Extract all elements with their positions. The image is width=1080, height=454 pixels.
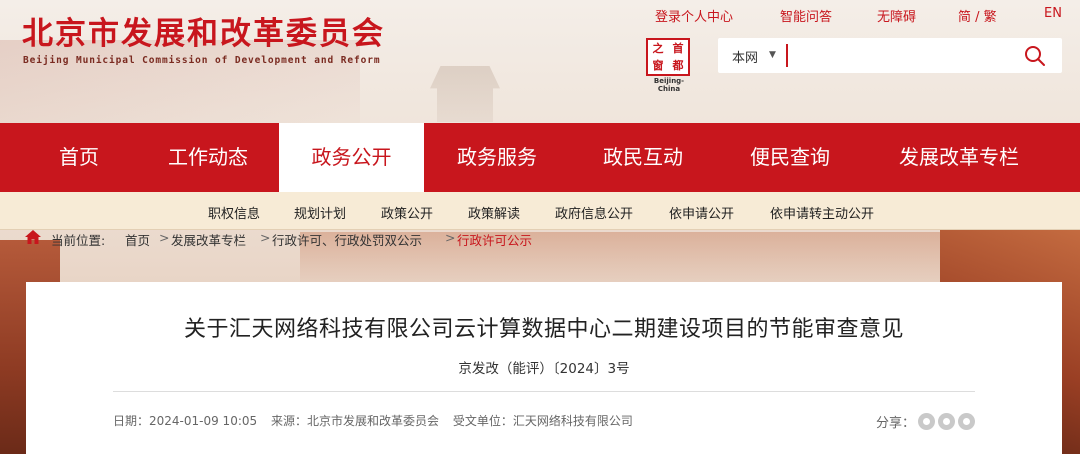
simplified-traditional-toggle[interactable]: 简 / 繁 bbox=[958, 6, 997, 25]
nav-item-government-services[interactable]: 政务服务 bbox=[424, 123, 570, 192]
top-links: 登录个人中心 智能问答 无障碍 简 / 繁 EN bbox=[640, 6, 1062, 25]
subnav-item-request-to-active-disclosure[interactable]: 依申请转主动公开 bbox=[770, 203, 874, 222]
subnav-item-plans[interactable]: 规划计划 bbox=[294, 203, 346, 222]
search-icon[interactable] bbox=[1024, 45, 1046, 67]
qq-share-icon[interactable] bbox=[958, 412, 975, 430]
sub-nav: 职权信息 规划计划 政策公开 政策解读 政府信息公开 依申请公开 依申请转主动公… bbox=[0, 192, 1080, 230]
home-icon bbox=[25, 230, 41, 244]
divider bbox=[113, 391, 975, 392]
search-input[interactable] bbox=[786, 44, 1006, 67]
site-title[interactable]: 北京市发展和改革委员会 bbox=[22, 8, 385, 53]
breadcrumb-item-home[interactable]: 首页 bbox=[125, 230, 150, 249]
subnav-item-policy-disclosure[interactable]: 政策公开 bbox=[381, 203, 433, 222]
article-source: 来源：北京市发展和改革委员会 bbox=[270, 414, 439, 428]
subnav-item-disclosure-on-request[interactable]: 依申请公开 bbox=[669, 203, 734, 222]
nav-item-government-affairs-disclosure[interactable]: 政务公开 bbox=[279, 123, 424, 192]
seal-char: 之 bbox=[652, 42, 664, 55]
seal-box: 之 首 窗 都 bbox=[646, 38, 690, 76]
weibo-share-icon[interactable] bbox=[938, 412, 955, 430]
seal-char: 首 bbox=[672, 42, 684, 55]
login-link[interactable]: 登录个人中心 bbox=[655, 6, 733, 25]
seal-char: 都 bbox=[672, 59, 684, 72]
breadcrumb-separator: > bbox=[260, 230, 271, 245]
english-link[interactable]: EN bbox=[1044, 6, 1062, 21]
article-title: 关于汇天网络科技有限公司云计算数据中心二期建设项目的节能审查意见 bbox=[183, 317, 904, 342]
seal-char: 窗 bbox=[652, 59, 664, 72]
search-scope-select[interactable]: 本网 bbox=[732, 47, 758, 66]
nav-item-reform-column[interactable]: 发展改革专栏 bbox=[864, 123, 1054, 192]
document-number: 京发改（能评）〔2024〕3号 bbox=[458, 361, 630, 377]
breadcrumb-item-current[interactable]: 行政许可公示 bbox=[457, 230, 532, 249]
breadcrumb-label: 当前位置: bbox=[51, 233, 106, 248]
article-meta: 日期：2024-01-09 10:05 来源：北京市发展和改革委员会 受文单位：… bbox=[113, 412, 643, 429]
nav-item-public-inquiry[interactable]: 便民查询 bbox=[716, 123, 864, 192]
article-recipient: 受文单位：汇天网络科技有限公司 bbox=[452, 414, 633, 428]
share-bar: 分享： bbox=[876, 411, 975, 431]
breadcrumb-separator: > bbox=[445, 230, 456, 245]
capital-window-seal-logo[interactable]: 之 首 窗 都 Beijing-China bbox=[643, 38, 695, 93]
search-bar: 本网 ▼ bbox=[718, 38, 1062, 73]
share-label: 分享： bbox=[875, 415, 915, 431]
seal-caption: Beijing-China bbox=[653, 77, 685, 93]
subnav-item-authority-info[interactable]: 职权信息 bbox=[208, 203, 260, 222]
article-panel: 关于汇天网络科技有限公司云计算数据中心二期建设项目的节能审查意见 京发改（能评）… bbox=[26, 282, 1062, 454]
subnav-item-policy-interpretation[interactable]: 政策解读 bbox=[468, 203, 520, 222]
breadcrumb-item-reform-column[interactable]: 发展改革专栏 bbox=[171, 230, 246, 249]
nav-item-home[interactable]: 首页 bbox=[20, 123, 138, 192]
wechat-share-icon[interactable] bbox=[918, 412, 935, 430]
breadcrumb-separator: > bbox=[159, 230, 170, 245]
subnav-item-government-info-disclosure[interactable]: 政府信息公开 bbox=[555, 203, 633, 222]
accessibility-link[interactable]: 无障碍 bbox=[877, 6, 916, 25]
nav-item-public-interaction[interactable]: 政民互动 bbox=[570, 123, 716, 192]
chevron-down-icon[interactable]: ▼ bbox=[769, 50, 776, 60]
breadcrumb-item-dual-publicity[interactable]: 行政许可、行政处罚双公示 bbox=[272, 230, 422, 249]
background-pavilion bbox=[430, 66, 500, 122]
nav-item-work-news[interactable]: 工作动态 bbox=[138, 123, 278, 192]
site-subtitle: Beijing Municipal Commission of Developm… bbox=[23, 55, 381, 66]
smart-qa-link[interactable]: 智能问答 bbox=[780, 6, 832, 25]
publish-date: 日期：2024-01-09 10:05 bbox=[113, 414, 258, 428]
main-nav: 首页 工作动态 政务公开 政务服务 政民互动 便民查询 发展改革专栏 bbox=[0, 123, 1080, 192]
